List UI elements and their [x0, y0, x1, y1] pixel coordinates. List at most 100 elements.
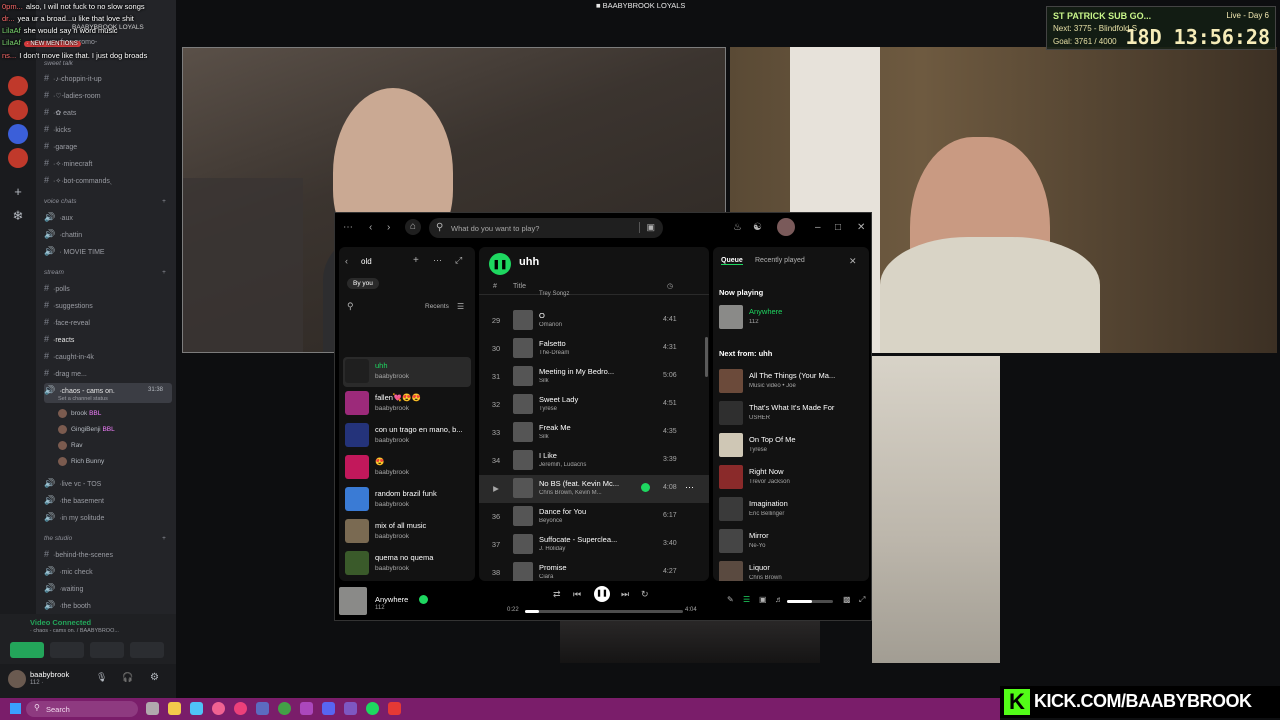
track-row[interactable]: 36 Dance for You Beyoncé 6:17: [479, 503, 709, 531]
track-artist[interactable]: J. Holiday: [539, 546, 623, 552]
avatar[interactable]: [8, 670, 26, 688]
track-row[interactable]: 30 Falsetto The-Dream 4:31: [479, 335, 709, 363]
album-art[interactable]: [339, 587, 367, 615]
voice-member[interactable]: brook BBL: [58, 408, 101, 420]
voice-channel[interactable]: 🔊 ·the basement: [44, 493, 172, 507]
screenshare-button[interactable]: [50, 642, 84, 658]
track-artist[interactable]: Chris Brown, Kevin M...: [539, 490, 623, 496]
voice-channel[interactable]: 🔊 ·the booth: [44, 598, 172, 612]
gear-icon[interactable]: ⚙: [150, 672, 159, 683]
voice-channel[interactable]: 🔊 · MOVIE TIME: [44, 244, 172, 258]
player-track-artist[interactable]: 112: [375, 605, 385, 611]
track-row[interactable]: 32 Sweet Lady Tyrese 4:51: [479, 391, 709, 419]
player-track-title[interactable]: Anywhere: [375, 595, 408, 604]
avatar[interactable]: [777, 218, 795, 236]
channel[interactable]: # ·suggestions: [44, 298, 172, 312]
voice-channel[interactable]: 🔊 ·in my solitude: [44, 510, 172, 524]
tab-queue[interactable]: Queue: [721, 257, 743, 265]
browse-icon[interactable]: ▣: [639, 222, 655, 233]
track-title[interactable]: No BS (feat. Kevin Mc...: [539, 479, 623, 488]
voice-member[interactable]: GingiBenji BBL: [58, 424, 115, 436]
home-icon[interactable]: ⌂: [405, 219, 421, 235]
track-title[interactable]: I Like: [539, 451, 623, 460]
channel-category[interactable]: voice chats +: [44, 198, 166, 205]
tab-recently-played[interactable]: Recently played: [755, 257, 805, 264]
voice-channel[interactable]: 🔊 ·chattin: [44, 227, 172, 241]
add-icon[interactable]: +: [413, 255, 419, 266]
channel[interactable]: # ·kicks: [44, 122, 172, 136]
voice-channel[interactable]: 🔊 ·mic check: [44, 564, 172, 578]
server-icon[interactable]: [8, 100, 28, 120]
channel[interactable]: # ·✧·minecraft: [44, 156, 172, 170]
channel[interactable]: # ·✧·bot-commandsˎ: [44, 173, 172, 187]
filter-chip-by-you[interactable]: By you: [347, 278, 379, 289]
track-row[interactable]: 29 O Omarion 4:41: [479, 307, 709, 335]
track-row[interactable]: 37 Suffocate - Superclea... J. Holiday 3:40: [479, 531, 709, 559]
expand-icon[interactable]: ⤢: [455, 255, 462, 266]
windows-start-icon[interactable]: [10, 703, 21, 714]
miniplayer-icon[interactable]: ▩: [843, 595, 851, 604]
play-pause-button[interactable]: ❚❚: [594, 586, 610, 602]
search-input[interactable]: ⚲ What do you want to play? ▣: [429, 218, 663, 238]
app-icon[interactable]: [300, 702, 313, 715]
menu-dots-icon[interactable]: ⋯: [343, 222, 353, 233]
voice-channel[interactable]: 🔊 ·live vc - TOS: [44, 476, 172, 490]
app-icon[interactable]: [212, 702, 225, 715]
server-icon[interactable]: [8, 148, 28, 168]
track-artist[interactable]: Silk: [539, 378, 623, 384]
voice-connected-channel[interactable]: · chaos - cams on. / BAABYBROO...: [30, 628, 119, 634]
library-playlist[interactable]: 😍 baabybrook: [343, 453, 471, 483]
app-icon[interactable]: [234, 702, 247, 715]
minimize-icon[interactable]: –: [815, 222, 821, 233]
voice-channel[interactable]: 🔊 ·waiting: [44, 581, 172, 595]
queue-item[interactable]: Imagination Eric Bellinger: [719, 495, 867, 523]
library-playlist[interactable]: random brazil funk baabybrook: [343, 485, 471, 515]
queue-item[interactable]: That's What It's Made For USHER: [719, 399, 867, 427]
track-row[interactable]: 31 Meeting in My Bedro... Silk 5:06: [479, 363, 709, 391]
soundboard-button[interactable]: [130, 642, 164, 658]
track-artist[interactable]: Jeremih, Ludacris: [539, 462, 623, 468]
activities-button[interactable]: [90, 642, 124, 658]
back-icon[interactable]: ‹: [345, 256, 348, 266]
track-artist[interactable]: The-Dream: [539, 350, 623, 356]
app-icon[interactable]: [388, 702, 401, 715]
library-playlist[interactable]: mix of all music baabybrook: [343, 517, 471, 547]
play-icon[interactable]: ▶: [487, 484, 505, 493]
progress-bar[interactable]: [525, 610, 683, 613]
forward-icon[interactable]: ›: [387, 222, 390, 233]
discover-icon[interactable]: ❄: [8, 206, 28, 226]
maximize-icon[interactable]: □: [835, 222, 841, 233]
track-title[interactable]: Meeting in My Bedro...: [539, 367, 623, 376]
close-icon[interactable]: ✕: [857, 222, 865, 233]
server-icon[interactable]: [8, 124, 28, 144]
devices-icon[interactable]: ▣: [759, 595, 767, 604]
library-playlist[interactable]: quema no quema baabybrook: [343, 549, 471, 579]
volume-slider[interactable]: [787, 600, 833, 603]
channel-status[interactable]: Set a channel status: [58, 392, 108, 403]
track-artist[interactable]: Omarion: [539, 322, 623, 328]
channel[interactable]: # ·♡-ladies-room: [44, 88, 172, 102]
volume-icon[interactable]: ♬: [775, 595, 783, 604]
channel[interactable]: # ·polls: [44, 281, 172, 295]
track-row[interactable]: 34 I Like Jeremih, Ludacris 3:39: [479, 447, 709, 475]
back-icon[interactable]: ‹: [369, 222, 372, 233]
track-title[interactable]: Sweet Lady: [539, 395, 623, 404]
list-view-icon[interactable]: ☰: [457, 302, 464, 311]
chrome-icon[interactable]: [278, 702, 291, 715]
previous-icon[interactable]: ⏮: [573, 589, 581, 600]
library-playlist[interactable]: uhh baabybrook: [343, 357, 471, 387]
queue-item[interactable]: Mirror Ne-Yo: [719, 527, 867, 555]
close-icon[interactable]: ✕: [849, 256, 857, 267]
column-title[interactable]: Title: [513, 283, 526, 290]
taskbar-search-input[interactable]: ⚲ Search: [26, 701, 138, 717]
track-title[interactable]: Suffocate - Superclea...: [539, 535, 623, 544]
track-artist[interactable]: Tyrese: [539, 406, 623, 412]
server-icon[interactable]: [8, 76, 28, 96]
folder-icon[interactable]: [190, 702, 203, 715]
play-pause-button[interactable]: ❚❚: [489, 253, 511, 275]
channel[interactable]: # ·drag me...: [44, 366, 172, 380]
headphones-icon[interactable]: 🎧: [122, 672, 133, 683]
track-title[interactable]: Promise: [539, 563, 623, 572]
search-icon[interactable]: ⚲: [347, 301, 354, 312]
queue-item[interactable]: All The Things (Your Ma... Music video • …: [719, 367, 867, 395]
